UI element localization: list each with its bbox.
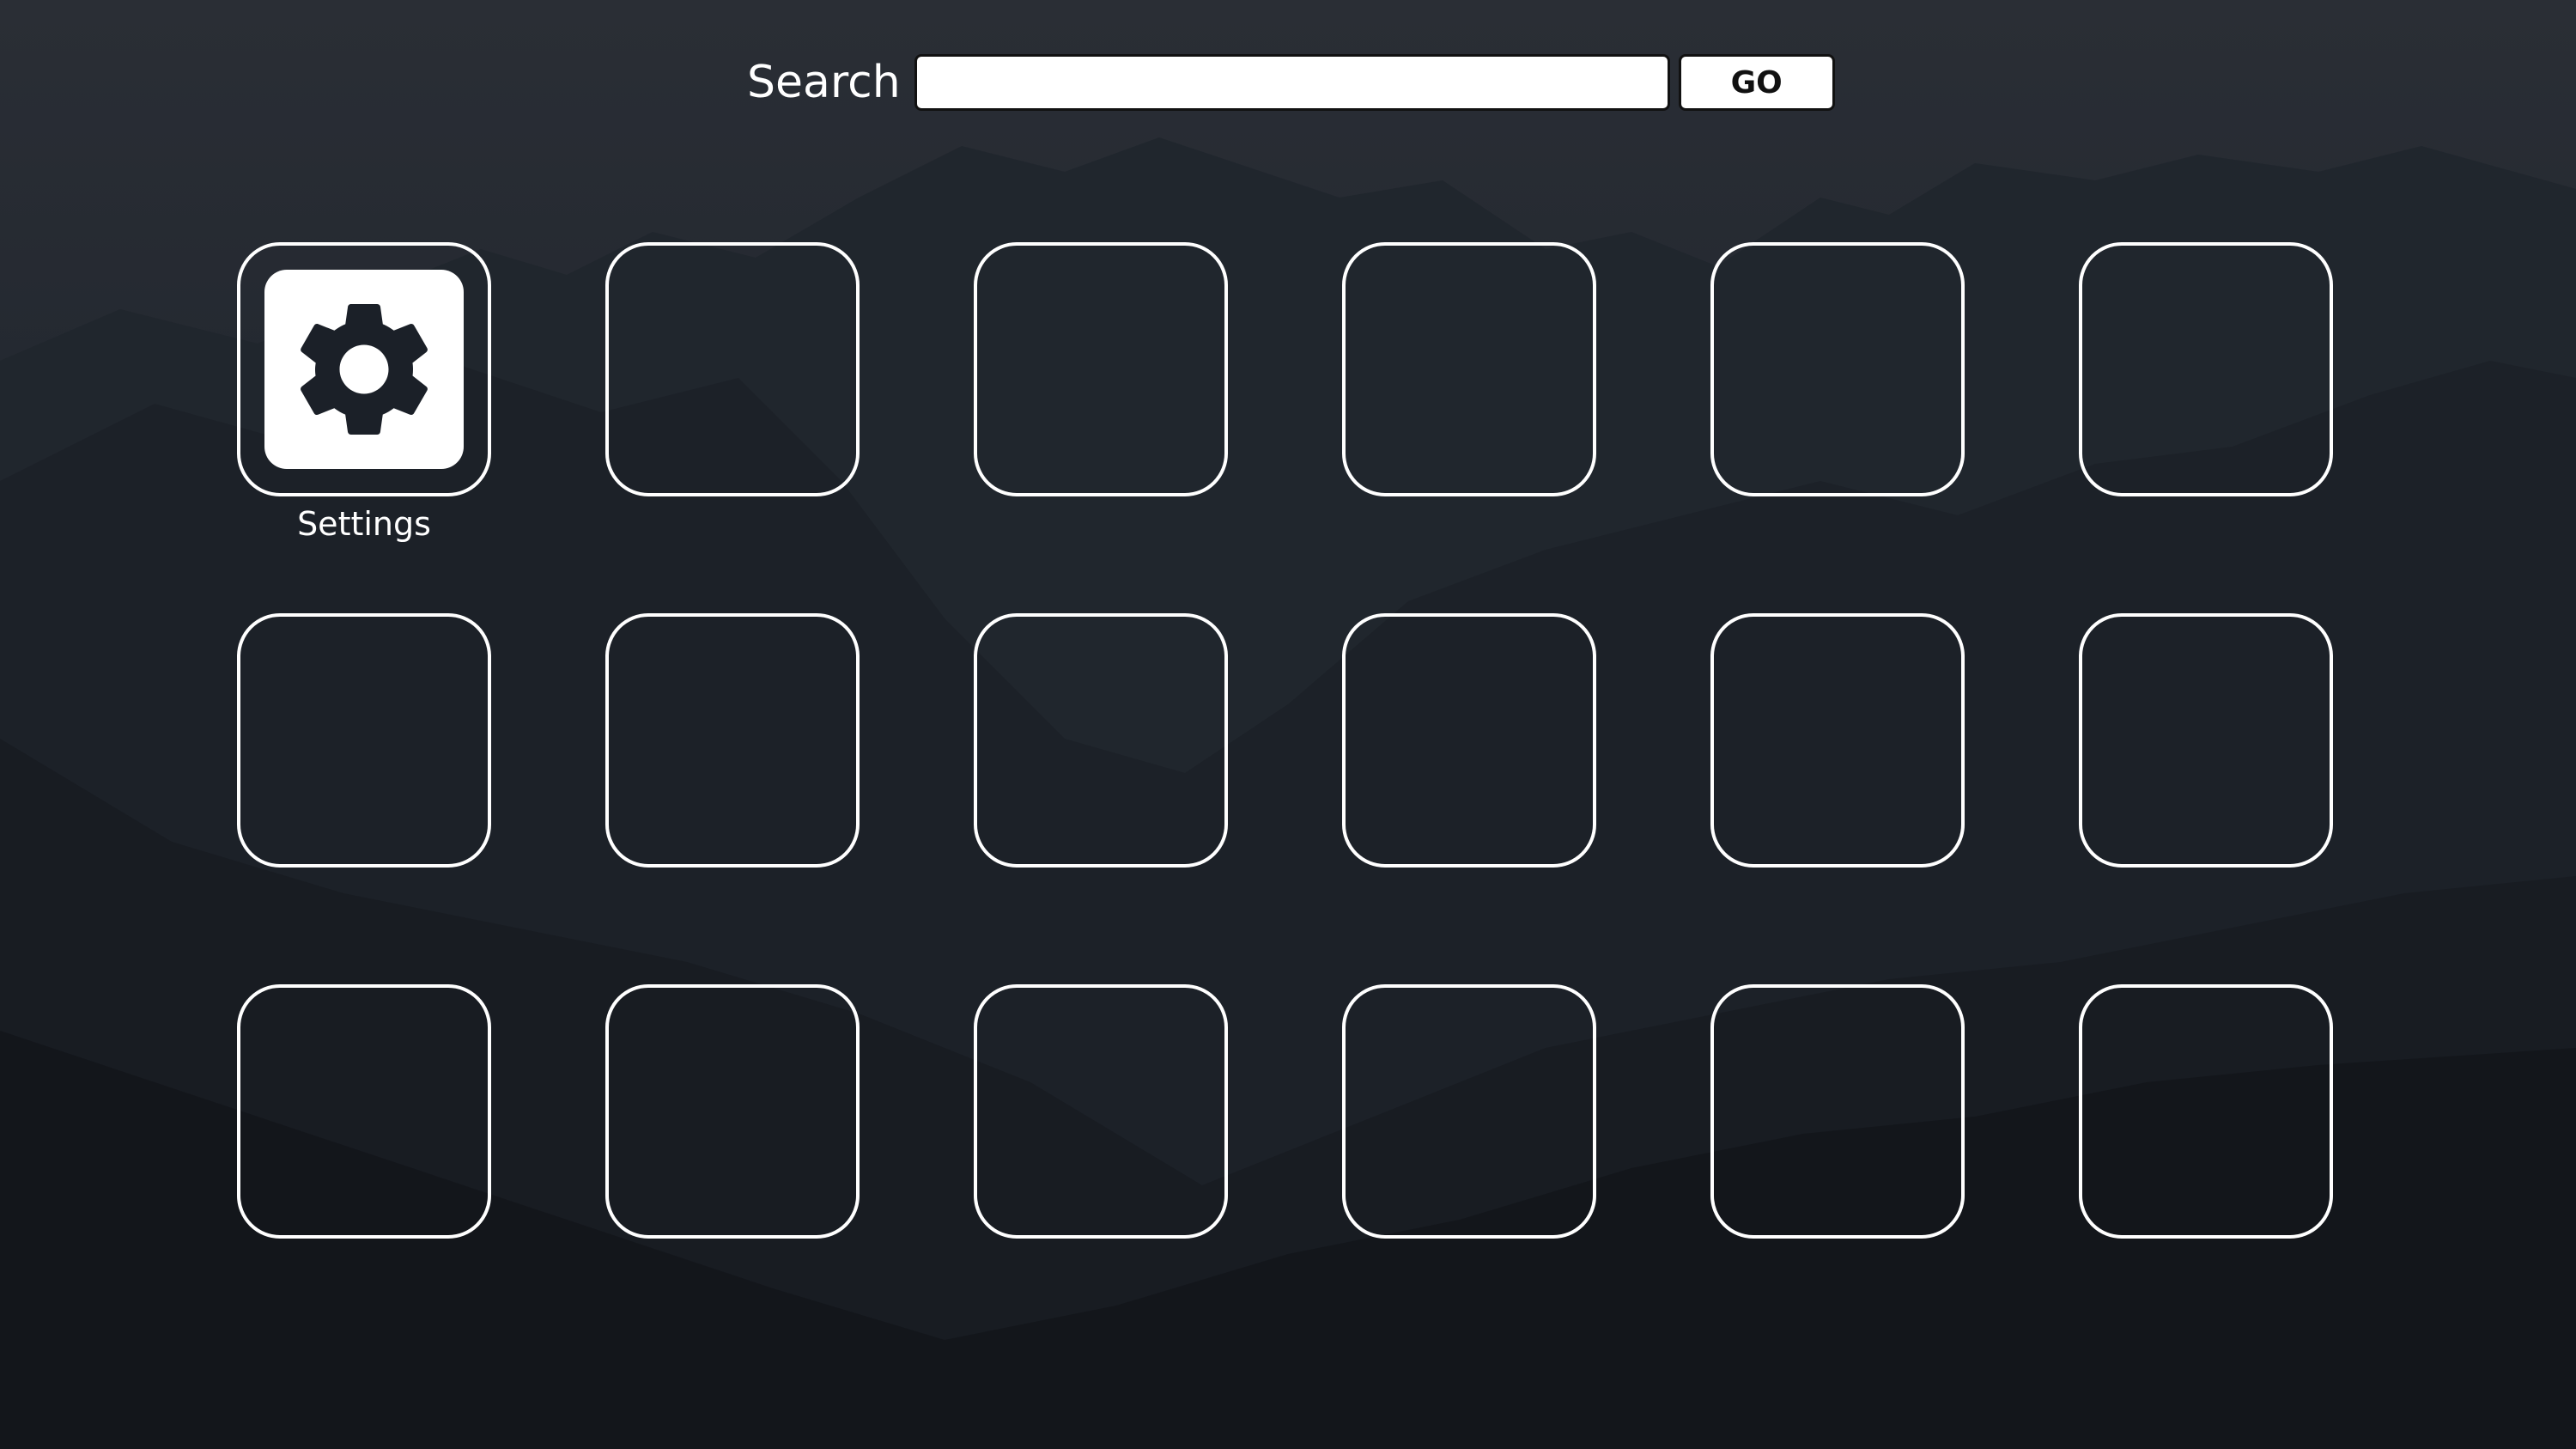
- gear-icon: [301, 303, 428, 435]
- app-tile-empty[interactable]: [605, 242, 860, 496]
- app-tile-frame[interactable]: [2079, 242, 2333, 496]
- app-tile-frame[interactable]: [1342, 613, 1596, 868]
- app-tile-empty[interactable]: [605, 984, 860, 1239]
- app-tile-empty[interactable]: [974, 242, 1228, 496]
- app-tile-frame[interactable]: [2079, 613, 2333, 868]
- app-tile-frame[interactable]: [974, 242, 1228, 496]
- app-tile-empty[interactable]: [974, 613, 1228, 868]
- app-tile-frame[interactable]: [605, 242, 860, 496]
- app-tile-empty[interactable]: [1710, 613, 1965, 868]
- app-tile-empty[interactable]: [1342, 613, 1596, 868]
- settings-app-icon[interactable]: [264, 270, 464, 469]
- app-tile-settings[interactable]: Settings: [237, 242, 491, 543]
- app-tile-frame[interactable]: [237, 984, 491, 1239]
- app-tile-frame[interactable]: [1710, 613, 1965, 868]
- search-input[interactable]: [914, 54, 1670, 111]
- app-tile-frame[interactable]: [1710, 984, 1965, 1239]
- app-label: Settings: [297, 505, 431, 543]
- app-tile-empty[interactable]: [1710, 242, 1965, 496]
- app-tile-empty[interactable]: [605, 613, 860, 868]
- app-tile-empty[interactable]: [1342, 984, 1596, 1239]
- app-tile-frame[interactable]: [1710, 242, 1965, 496]
- search-label: Search: [747, 57, 901, 108]
- app-tile-empty[interactable]: [2079, 984, 2333, 1239]
- app-tile-frame[interactable]: [605, 984, 860, 1239]
- app-tile-empty[interactable]: [237, 613, 491, 868]
- app-tile-frame[interactable]: [237, 613, 491, 868]
- app-tile-empty[interactable]: [2079, 613, 2333, 868]
- app-tile-frame[interactable]: [1342, 242, 1596, 496]
- search-bar: Search GO: [747, 50, 1835, 115]
- app-tile-empty[interactable]: [2079, 242, 2333, 496]
- app-tile-frame[interactable]: [974, 984, 1228, 1239]
- app-tile-empty[interactable]: [1342, 242, 1596, 496]
- home-screen: Search GO Settings: [0, 0, 2576, 1449]
- app-tile-frame[interactable]: [1342, 984, 1596, 1239]
- app-tile-empty[interactable]: [237, 984, 491, 1239]
- app-tile-frame[interactable]: [605, 613, 860, 868]
- app-tile-frame[interactable]: [974, 613, 1228, 868]
- go-button[interactable]: GO: [1678, 54, 1835, 111]
- app-tile-frame[interactable]: [237, 242, 491, 496]
- app-tile-frame[interactable]: [2079, 984, 2333, 1239]
- app-grid: Settings: [237, 242, 2333, 1239]
- app-tile-empty[interactable]: [1710, 984, 1965, 1239]
- app-tile-empty[interactable]: [974, 984, 1228, 1239]
